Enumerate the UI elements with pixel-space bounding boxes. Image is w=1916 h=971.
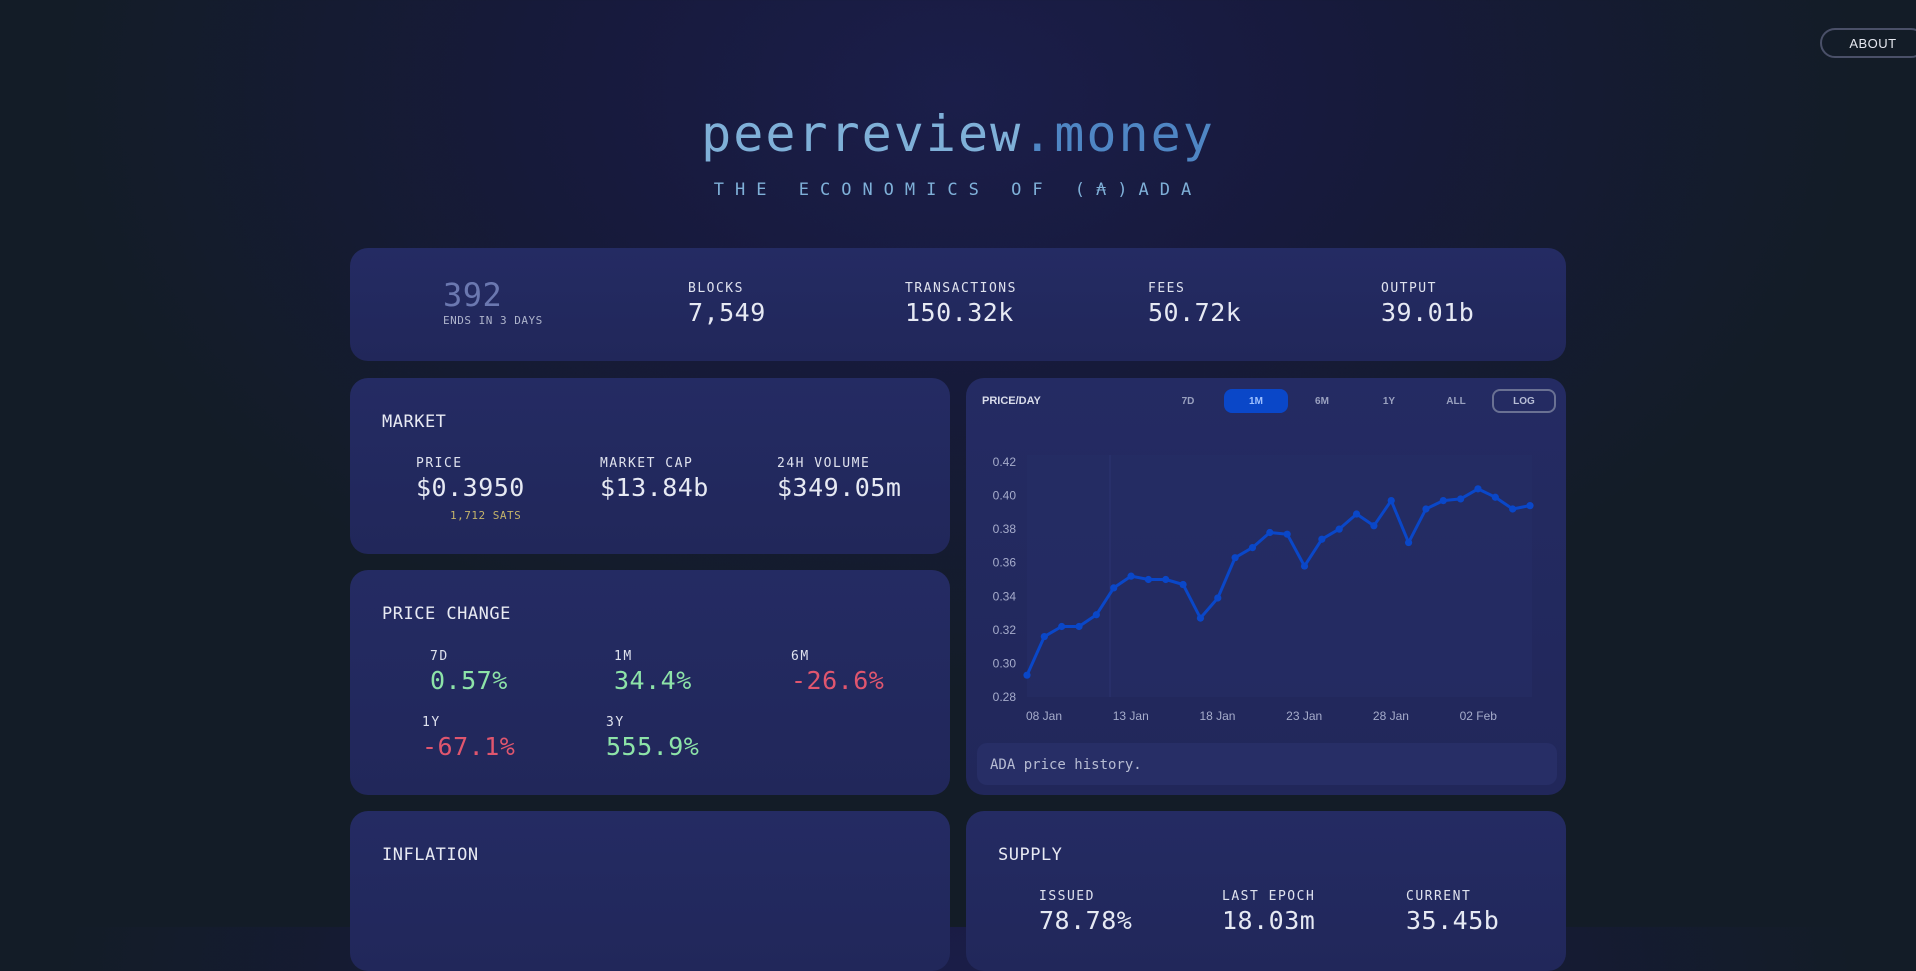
site-logo[interactable]: peerreview.money [0, 102, 1916, 166]
volume-label: 24H VOLUME [777, 456, 871, 471]
market-cap-label: MARKET CAP [600, 456, 694, 471]
current-supply-value: 35.45b [1406, 906, 1500, 935]
supply-card: SUPPLY ISSUED 78.78% LAST EPOCH 18.03m C… [966, 811, 1566, 971]
transactions-value: 150.32k [905, 298, 1014, 327]
inflation-card: INFLATION [350, 811, 950, 971]
epoch-ends-text: ENDS IN 3 DAYS [443, 314, 543, 327]
change-1y-value: -67.1% [422, 732, 516, 761]
change-1m-value: 34.4% [614, 666, 692, 695]
chart-title: PRICE/DAY [982, 395, 1041, 407]
price-chart-card [966, 378, 1566, 795]
output-value: 39.01b [1381, 298, 1475, 327]
transactions-label: TRANSACTIONS [905, 281, 1017, 296]
logo-tld: .money [1022, 105, 1215, 163]
change-1m-label: 1M [614, 649, 633, 664]
blocks-label: BLOCKS [688, 281, 744, 296]
price-change-card: PRICE CHANGE 7D 0.57% 1M 34.4% 6M -26.6%… [350, 570, 950, 795]
tagline: THE ECONOMICS OF (₳)ADA [713, 180, 1203, 200]
chart-caption: ADA price history. [990, 757, 1142, 773]
timeframe-1m-button[interactable]: 1M [1224, 389, 1288, 413]
price-value: $0.3950 [416, 473, 525, 502]
change-1y-label: 1Y [422, 715, 441, 730]
current-supply-label: CURRENT [1406, 889, 1472, 904]
price-label: PRICE [416, 456, 463, 471]
issued-value: 78.78% [1039, 906, 1133, 935]
volume-value: $349.05m [777, 473, 902, 502]
market-card: MARKET PRICE $0.3950 1,712 SATS MARKET C… [350, 378, 950, 554]
timeframe-6m-button[interactable]: 6M [1292, 389, 1352, 413]
logo-name: peerreview [701, 105, 1023, 163]
change-3y-label: 3Y [606, 715, 625, 730]
inflation-title: INFLATION [382, 845, 479, 865]
supply-title: SUPPLY [998, 845, 1063, 865]
fees-value: 50.72k [1148, 298, 1242, 327]
blocks-value: 7,549 [688, 298, 766, 327]
log-scale-toggle[interactable]: LOG [1492, 389, 1556, 413]
price-change-title: PRICE CHANGE [382, 604, 511, 624]
issued-label: ISSUED [1039, 889, 1095, 904]
change-6m-label: 6M [791, 649, 810, 664]
last-epoch-value: 18.03m [1222, 906, 1316, 935]
change-6m-value: -26.6% [791, 666, 885, 695]
about-button[interactable]: ABOUT [1820, 28, 1916, 58]
epoch-stats-card: 392 ENDS IN 3 DAYS BLOCKS 7,549 TRANSACT… [350, 248, 1566, 361]
epoch-number: 392 [443, 276, 503, 314]
change-7d-value: 0.57% [430, 666, 508, 695]
last-epoch-label: LAST EPOCH [1222, 889, 1316, 904]
output-label: OUTPUT [1381, 281, 1437, 296]
change-7d-label: 7D [430, 649, 449, 664]
price-sats: 1,712 SATS [450, 509, 522, 522]
market-title: MARKET [382, 412, 447, 432]
market-cap-value: $13.84b [600, 473, 709, 502]
timeframe-1y-button[interactable]: 1Y [1359, 389, 1419, 413]
fees-label: FEES [1148, 281, 1186, 296]
timeframe-7d-button[interactable]: 7D [1158, 389, 1218, 413]
change-3y-value: 555.9% [606, 732, 700, 761]
timeframe-all-button[interactable]: ALL [1426, 389, 1486, 413]
